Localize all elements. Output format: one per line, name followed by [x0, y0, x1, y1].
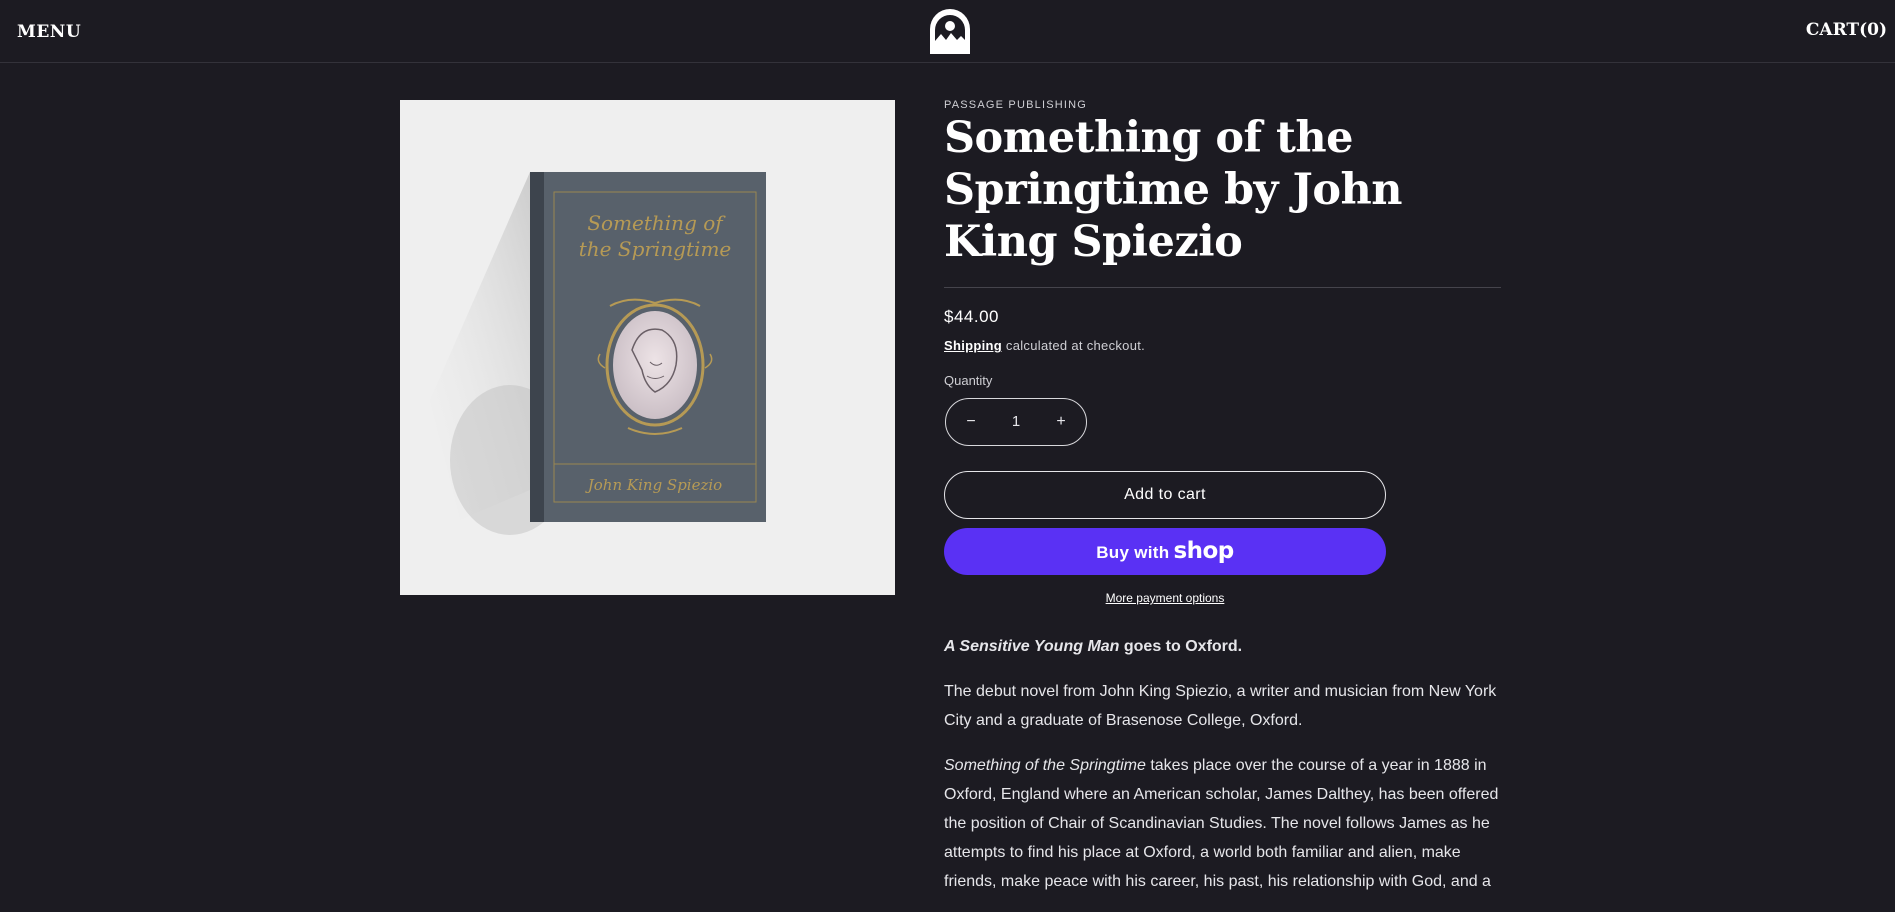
- product-image[interactable]: Something of the Springtime John King Sp…: [400, 100, 895, 595]
- buy-with-shop-button[interactable]: Buy with shop: [944, 528, 1386, 575]
- buy-with-label: Buy with: [1096, 543, 1170, 562]
- quantity-label: Quantity: [944, 373, 993, 388]
- cart-button[interactable]: CART(0): [1806, 20, 1887, 40]
- p2-italic: Something of the Springtime: [944, 757, 1146, 774]
- quantity-stepper: − 1 +: [945, 398, 1087, 446]
- lead-rest: goes to Oxford.: [1119, 638, 1243, 655]
- menu-button[interactable]: MENU: [17, 22, 81, 42]
- description-paragraph-2: Something of the Springtime takes place …: [944, 751, 1501, 896]
- product-title: Something of the Springtime by John King…: [944, 113, 1403, 267]
- cover-title-line1: Something of: [587, 211, 726, 235]
- description-lead: A Sensitive Young Man goes to Oxford.: [944, 632, 1501, 661]
- site-header: MENU CART(0): [0, 0, 1895, 63]
- p2-rest: takes place over the course of a year in…: [944, 757, 1499, 890]
- title-divider: [944, 287, 1501, 288]
- description-paragraph-1: The debut novel from John King Spiezio, …: [944, 683, 1497, 729]
- more-payment-options-link[interactable]: More payment options: [944, 591, 1386, 605]
- product-description: A Sensitive Young Man goes to Oxford. Th…: [944, 632, 1501, 912]
- quantity-input[interactable]: 1: [994, 399, 1038, 444]
- shipping-link[interactable]: Shipping: [944, 338, 1002, 353]
- product-price: $44.00: [944, 307, 999, 326]
- shop-logo-text: shop: [1173, 538, 1234, 564]
- cover-author: John King Spiezio: [585, 476, 722, 494]
- plus-icon[interactable]: +: [1039, 399, 1083, 444]
- minus-icon[interactable]: −: [949, 399, 993, 444]
- shipping-note: Shipping calculated at checkout.: [944, 338, 1145, 353]
- cover-title-line2: the Springtime: [579, 237, 732, 261]
- lead-italic: A Sensitive Young Man: [944, 638, 1120, 655]
- arch-mountain-logo-icon[interactable]: [927, 7, 973, 55]
- shipping-text: calculated at checkout.: [1002, 338, 1146, 353]
- add-to-cart-button[interactable]: Add to cart: [944, 471, 1386, 519]
- vendor-label: PASSAGE PUBLISHING: [944, 99, 1088, 111]
